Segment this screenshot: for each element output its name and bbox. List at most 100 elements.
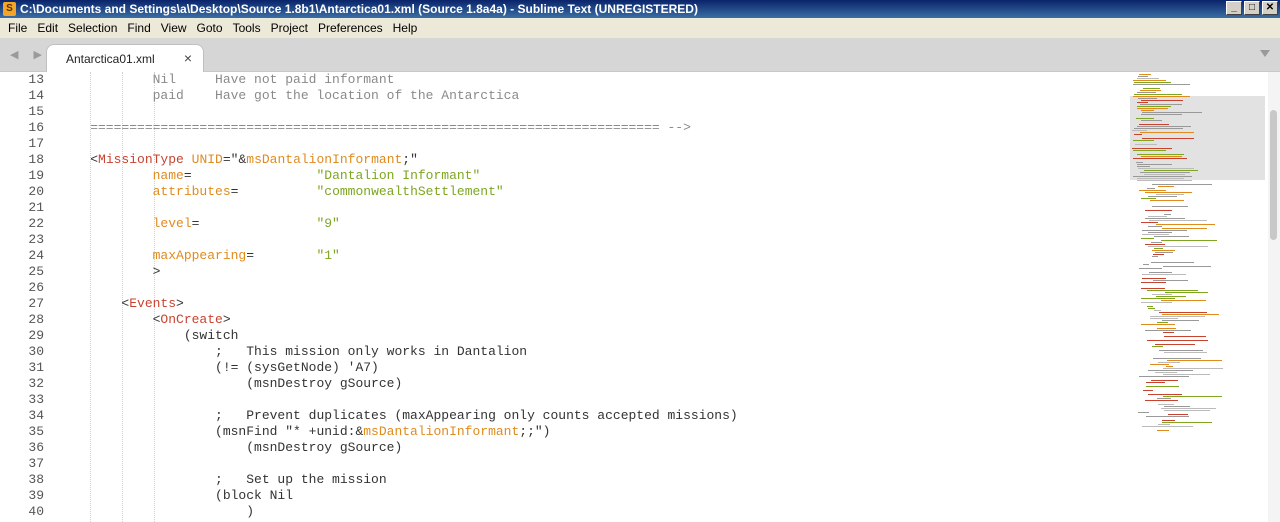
menu-tools[interactable]: Tools xyxy=(228,18,266,38)
menu-find[interactable]: Find xyxy=(122,18,155,38)
minimap-line xyxy=(1149,316,1206,317)
minimap-line xyxy=(1145,400,1178,401)
minimap-line xyxy=(1143,390,1154,391)
minimap[interactable] xyxy=(1130,72,1268,522)
minimap-line xyxy=(1167,360,1223,361)
minimap-line xyxy=(1141,278,1166,279)
line-number: 13 xyxy=(28,72,44,87)
code-token: attributes xyxy=(59,184,231,199)
code-line: ; This mission only works in Dantalion xyxy=(59,344,738,360)
minimap-line xyxy=(1147,308,1156,309)
minimap-line xyxy=(1144,192,1192,193)
line-number: 38 xyxy=(28,472,44,487)
minimap-line xyxy=(1144,210,1173,211)
minimap-line xyxy=(1145,330,1191,331)
minimap-line xyxy=(1132,148,1173,149)
minimap-line xyxy=(1156,430,1170,431)
menu-bar: File Edit Selection Find View Goto Tools… xyxy=(0,18,1280,38)
tab-antarctica01[interactable]: Antarctica01.xml × xyxy=(46,44,204,72)
minimap-line xyxy=(1162,422,1213,423)
menu-view[interactable]: View xyxy=(156,18,192,38)
minimap-line xyxy=(1153,236,1189,237)
minimap-line xyxy=(1152,254,1164,255)
code-editor[interactable]: 13 14 15 16 17 18 19 20 21 22 23 24 25 26 27 28 29 30 31 32… xyxy=(0,72,1130,522)
minimap-line xyxy=(1137,154,1185,155)
code-token: "commonwealthSettlement" xyxy=(238,184,504,199)
line-number: 32 xyxy=(28,376,44,391)
minimize-button[interactable]: _ xyxy=(1226,1,1242,15)
line-number: 15 xyxy=(28,104,44,119)
line-number: 28 xyxy=(28,312,44,327)
minimap-line xyxy=(1139,132,1194,133)
minimap-line xyxy=(1137,180,1192,181)
minimap-line xyxy=(1155,252,1173,253)
maximize-button[interactable]: □ xyxy=(1244,1,1260,15)
line-number: 31 xyxy=(28,360,44,375)
sublime-text-icon: S xyxy=(3,2,16,16)
menu-selection[interactable]: Selection xyxy=(63,18,122,38)
code-token: = xyxy=(246,248,255,263)
code-line: (msnDestroy gSource) xyxy=(59,376,738,392)
minimap-line xyxy=(1164,336,1207,337)
minimap-line xyxy=(1148,246,1209,247)
close-button[interactable]: ✕ xyxy=(1262,1,1278,15)
minimap-line xyxy=(1153,358,1201,359)
menu-help[interactable]: Help xyxy=(388,18,423,38)
minimap-line xyxy=(1141,302,1173,303)
code-token: > xyxy=(59,264,161,279)
code-line: Nil Have not paid informant xyxy=(59,72,738,88)
minimap-line xyxy=(1138,268,1162,269)
code-token: ; Prevent duplicates (maxAppearing only … xyxy=(59,408,738,423)
vertical-scrollbar[interactable] xyxy=(1268,72,1280,522)
code-line: (switch xyxy=(59,328,738,344)
menu-preferences[interactable]: Preferences xyxy=(313,18,388,38)
menu-goto[interactable]: Goto xyxy=(192,18,228,38)
minimap-line xyxy=(1132,80,1167,81)
line-number: 19 xyxy=(28,168,44,183)
minimap-line xyxy=(1133,128,1184,129)
minimap-line xyxy=(1152,250,1176,251)
minimap-line xyxy=(1147,394,1182,395)
minimap-line xyxy=(1161,228,1207,229)
minimap-line xyxy=(1150,200,1185,201)
line-number: 36 xyxy=(28,440,44,455)
tab-label: Antarctica01.xml xyxy=(66,52,155,66)
code-token: UNID xyxy=(183,152,223,167)
minimap-line xyxy=(1152,184,1213,185)
menu-file[interactable]: File xyxy=(3,18,32,38)
minimap-line xyxy=(1140,90,1162,91)
minimap-line xyxy=(1156,328,1177,329)
minimap-line xyxy=(1140,222,1159,223)
close-tab-icon[interactable]: × xyxy=(184,50,192,66)
scrollbar-thumb[interactable] xyxy=(1270,110,1277,240)
menu-edit[interactable]: Edit xyxy=(32,18,63,38)
minimap-line xyxy=(1163,266,1211,267)
code-token: (switch xyxy=(59,328,239,343)
minimap-line xyxy=(1149,272,1172,273)
code-token: ) xyxy=(59,504,255,519)
tab-nav-arrows-icon[interactable]: ◀ ▶ xyxy=(10,48,48,61)
menu-project[interactable]: Project xyxy=(266,18,313,38)
code-line: paid Have got the location of the Antarc… xyxy=(59,88,738,104)
minimap-line xyxy=(1142,112,1202,113)
minimap-line xyxy=(1137,98,1157,99)
minimap-line xyxy=(1159,312,1208,313)
window-title: C:\Documents and Settings\a\Desktop\Sour… xyxy=(20,2,698,16)
line-number: 23 xyxy=(28,232,44,247)
code-token: < xyxy=(59,296,130,311)
minimap-line xyxy=(1144,218,1186,219)
code-token: maxAppearing xyxy=(59,248,247,263)
minimap-line xyxy=(1142,274,1186,275)
minimap-line xyxy=(1151,256,1158,257)
minimap-line xyxy=(1138,74,1152,75)
minimap-line xyxy=(1133,150,1166,151)
minimap-line xyxy=(1137,166,1150,167)
minimap-line xyxy=(1139,190,1167,191)
tab-overflow-chevron-icon[interactable] xyxy=(1260,50,1270,57)
minimap-line xyxy=(1137,102,1149,103)
minimap-line xyxy=(1140,104,1182,105)
code-token: ;" xyxy=(402,152,418,167)
code-line: ; Prevent duplicates (maxAppearing only … xyxy=(59,408,738,424)
